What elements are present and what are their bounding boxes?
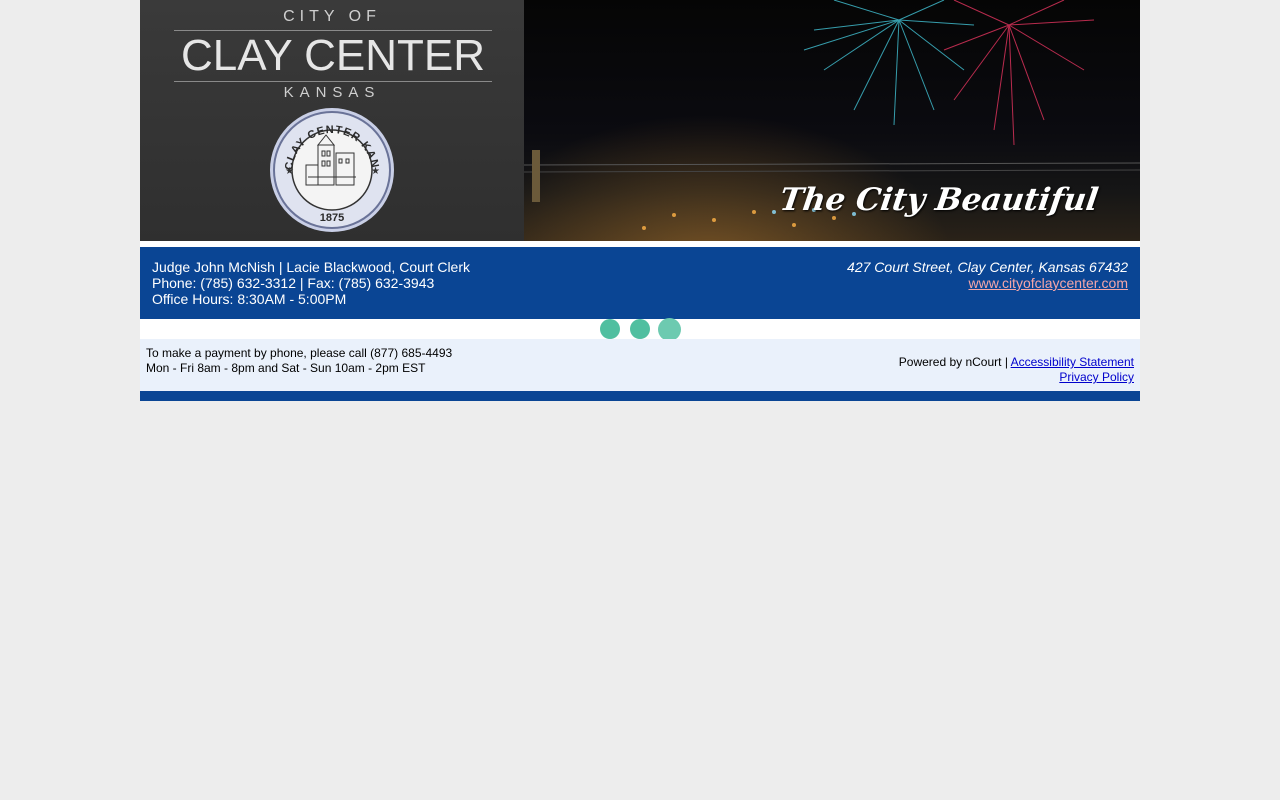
city-website-link[interactable]: www.cityofclaycenter.com: [969, 275, 1129, 291]
header-banner: CITY OF CLAY CENTER KANSAS CLAY CENTER K…: [140, 0, 1140, 241]
page-container: CITY OF CLAY CENTER KANSAS CLAY CENTER K…: [140, 0, 1140, 401]
fireworks-photo: The City Beautiful: [524, 0, 1140, 241]
seal-year: 1875: [320, 212, 344, 224]
loading-indicator: [140, 318, 1140, 341]
powered-by-text: Powered by nCourt |: [898, 355, 1008, 369]
footer-links: Powered by nCourt | Accessibility Statem…: [899, 355, 1134, 385]
office-hours-text: Office Hours: 8:30AM - 5:00PM: [152, 291, 347, 307]
court-contact: Judge John McNish | Lacie Blackwood, Cou…: [152, 259, 470, 307]
logo-city-of: CITY OF: [283, 8, 381, 25]
phone-payment-text: To make a payment by phone, please call …: [146, 346, 453, 360]
payment-hours-text: Mon - Fri 8am - 8pm and Sat - Sun 10am -…: [146, 361, 426, 375]
city-tagline: The City Beautiful: [777, 182, 1101, 218]
phone-fax-text: Phone: (785) 632-3312 | Fax: (785) 632-3…: [152, 275, 435, 291]
footer: To make a payment by phone, please call …: [140, 339, 1140, 391]
logo-city-name: CLAY CENTER: [174, 30, 492, 82]
footer-bottom-bar: [140, 391, 1140, 401]
accessibility-statement-link[interactable]: Accessibility Statement: [1011, 355, 1134, 369]
svg-text:★: ★: [285, 166, 294, 177]
court-info-bar: Judge John McNish | Lacie Blackwood, Cou…: [140, 247, 1140, 319]
judge-clerk-text: Judge John McNish | Lacie Blackwood, Cou…: [152, 259, 471, 275]
court-address: 427 Court Street, Clay Center, Kansas 67…: [847, 259, 1128, 291]
city-logo: CITY OF CLAY CENTER KANSAS CLAY CENTER K…: [140, 0, 524, 241]
phone-payment-info: To make a payment by phone, please call …: [146, 346, 452, 376]
logo-state: KANSAS: [283, 84, 381, 101]
svg-text:★: ★: [371, 166, 380, 177]
loading-dot: [630, 319, 650, 339]
loading-dot: [600, 319, 620, 339]
city-seal: CLAY CENTER KANSAS ★ ★: [268, 107, 394, 232]
address-text: 427 Court Street, Clay Center, Kansas 67…: [847, 259, 1128, 275]
loading-dot: [658, 318, 681, 341]
privacy-policy-link[interactable]: Privacy Policy: [1059, 370, 1134, 384]
